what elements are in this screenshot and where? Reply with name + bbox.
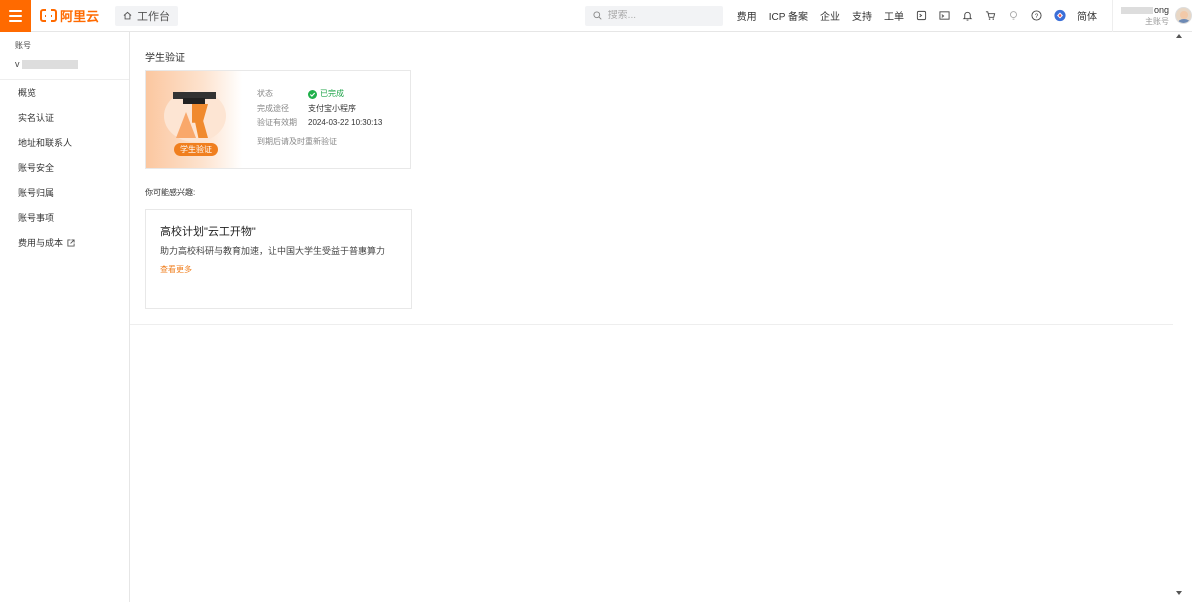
language-switch[interactable]: 简体 <box>1077 8 1097 23</box>
menu-icon[interactable] <box>0 0 31 32</box>
scroll-down-arrow[interactable] <box>1176 591 1182 595</box>
top-icons: ? <box>916 9 1066 22</box>
sidebar-item-address[interactable]: 地址和联系人 <box>0 130 129 155</box>
interest-title: 你可能感兴趣: <box>145 188 196 197</box>
help-icon[interactable]: ? <box>1031 10 1043 22</box>
bell-icon[interactable] <box>962 10 974 22</box>
top-bar: 阿里云 工作台 费用 ICP 备案 企业 支持 工单 <box>0 0 1192 32</box>
status-value: 已完成 <box>308 87 344 102</box>
user-menu[interactable]: ong 主账号 <box>1111 0 1192 32</box>
sidebar: 账号 v 概览 实名认证 地址和联系人 账号安全 账号归属 账号事项 费用与成本 <box>0 32 130 602</box>
cart-icon[interactable] <box>985 10 997 22</box>
sidebar-menu: 概览 实名认证 地址和联系人 账号安全 账号归属 账号事项 费用与成本 <box>0 80 129 255</box>
promo-card[interactable]: 高校计划"云工开物" 助力高校科研与教育加速，让中国大学生受益于普惠算力 查看更… <box>145 209 412 309</box>
sidebar-item-billing[interactable]: 费用与成本 <box>0 230 129 255</box>
validity-value: 2024-03-22 10:30:13 <box>308 118 383 127</box>
student-verification-card: 学生验证 状态 已完成 完成途径 支付宝小程序 验证有效期 2024-03-22… <box>145 70 411 169</box>
svg-text:?: ? <box>1035 13 1039 20</box>
user-role: 主账号 <box>1145 16 1169 26</box>
method-label: 完成途径 <box>257 103 289 113</box>
aliyun-logo[interactable]: 阿里云 <box>40 6 99 25</box>
search-icon <box>593 9 602 23</box>
sidebar-item-matters[interactable]: 账号事项 <box>0 205 129 230</box>
status-label: 状态 <box>257 89 273 98</box>
account-value: v <box>15 59 78 69</box>
external-link-icon <box>67 238 75 247</box>
nav-support[interactable]: 支持 <box>852 8 872 23</box>
assistant-icon[interactable] <box>1054 9 1066 22</box>
logo-text: 阿里云 <box>60 9 100 24</box>
view-more-link[interactable]: 查看更多 <box>160 264 192 275</box>
avatar[interactable] <box>1175 7 1192 24</box>
user-name: ong <box>1120 5 1169 16</box>
nav-enterprise[interactable]: 企业 <box>820 8 840 23</box>
sidebar-item-verification[interactable]: 实名认证 <box>0 105 129 130</box>
bulb-icon[interactable] <box>1008 10 1020 22</box>
nav-ticket[interactable]: 工单 <box>884 8 904 23</box>
workbench-label: 工作台 <box>137 10 171 23</box>
student-illustration: 学生验证 <box>146 71 242 168</box>
user-names: ong 主账号 <box>1120 5 1169 27</box>
search-input[interactable] <box>607 10 718 21</box>
scroll-up-arrow[interactable] <box>1176 34 1182 38</box>
home-icon <box>123 11 132 20</box>
terminal-icon[interactable] <box>939 10 951 22</box>
workbench-button[interactable]: 工作台 <box>115 5 179 26</box>
method-value: 支付宝小程序 <box>308 103 356 113</box>
sidebar-item-security[interactable]: 账号安全 <box>0 155 129 180</box>
page-title: 学生验证 <box>145 53 185 64</box>
student-badge: 学生验证 <box>174 143 218 156</box>
check-circle-icon <box>308 89 317 99</box>
sidebar-item-overview[interactable]: 概览 <box>0 80 129 105</box>
account-label: 账号 <box>15 41 31 50</box>
nav-billing[interactable]: 费用 <box>737 8 757 23</box>
main-content: 学生验证 学生验证 状态 已完成 完成途径 支付宝小程序 验证有效期 2024-… <box>130 32 1173 325</box>
top-nav: 费用 ICP 备案 企业 支持 工单 <box>737 8 904 23</box>
cloud-shell-icon[interactable] <box>916 10 928 22</box>
search-box[interactable] <box>584 5 723 26</box>
promo-title: 高校计划"云工开物" <box>160 226 256 238</box>
nav-icp[interactable]: ICP 备案 <box>769 8 808 23</box>
renew-note: 到期后请及时重新验证 <box>257 136 337 146</box>
sidebar-item-ownership[interactable]: 账号归属 <box>0 180 129 205</box>
promo-description: 助力高校科研与教育加速，让中国大学生受益于普惠算力 <box>160 246 386 256</box>
verification-info: 状态 已完成 完成途径 支付宝小程序 验证有效期 2024-03-22 10:3… <box>257 87 382 149</box>
validity-label: 验证有效期 <box>257 118 297 127</box>
logo-icon <box>40 9 57 22</box>
